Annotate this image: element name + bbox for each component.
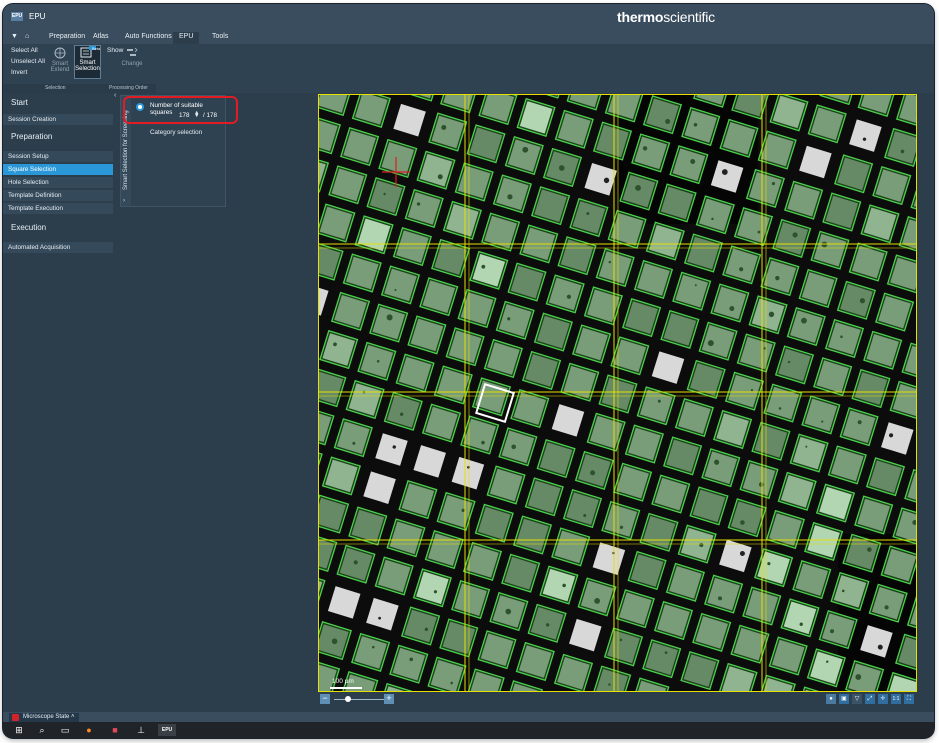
- microscope-state-label: Microscope State: [23, 714, 70, 720]
- one-to-one-button[interactable]: 1:1: [891, 694, 901, 704]
- chevron-left-icon[interactable]: ‹: [114, 92, 116, 99]
- brand-logo: thermoscientific: [617, 9, 715, 25]
- user-app-icon[interactable]: ⊥: [135, 724, 147, 736]
- smart-extend-button[interactable]: Smart Extend: [49, 46, 71, 73]
- highlight-annotation: [123, 96, 238, 124]
- sidebar-section-execution: Execution: [3, 218, 113, 238]
- menu-epu[interactable]: EPU: [173, 32, 200, 44]
- start-menu-icon[interactable]: ⊞: [13, 724, 25, 736]
- menu-atlas[interactable]: Atlas: [87, 32, 115, 44]
- menu-tools[interactable]: Tools: [206, 32, 234, 44]
- change-button[interactable]: Change: [121, 46, 143, 67]
- epu-logo-icon: EPU: [11, 12, 23, 21]
- sidebar-item-template-execution[interactable]: Template Execution: [3, 202, 113, 214]
- microscope-state-button[interactable]: Microscope State ˄: [9, 713, 79, 722]
- home-icon[interactable]: ⌂: [19, 32, 35, 44]
- menu-preparation[interactable]: Preparation: [43, 32, 91, 44]
- zoom-toolbar: − + ● ▣ ▽ ⤢ ✛ 1:1 ⛶: [318, 692, 917, 706]
- status-bar: Microscope State ˄: [3, 712, 934, 722]
- crop-icon[interactable]: ▣: [839, 694, 849, 704]
- firefox-icon[interactable]: ●: [83, 724, 95, 736]
- ribbon-group-labels: Selection Processing Order: [3, 84, 156, 93]
- invert-button[interactable]: Invert: [11, 69, 27, 76]
- order-change-icon: [127, 47, 138, 56]
- unselect-all-button[interactable]: Unselect All: [11, 58, 45, 65]
- sidebar-item-template-definition[interactable]: Template Definition: [3, 189, 113, 201]
- fit-screen-icon[interactable]: ⤢: [865, 694, 875, 704]
- search-icon[interactable]: ⌕: [36, 724, 48, 736]
- sidebar-section-start: Start: [3, 93, 113, 113]
- menu-auto-functions[interactable]: Auto Functions: [119, 32, 178, 44]
- app-title: EPU: [29, 12, 46, 21]
- marker-icon[interactable]: ●: [826, 694, 836, 704]
- scale-bar-label: 100 µm: [332, 678, 354, 685]
- option-category-selection[interactable]: Category selection: [150, 129, 202, 136]
- smart-selection-label: Smart Selection: [75, 60, 100, 72]
- sidebar-item-square-selection[interactable]: Square Selection: [3, 163, 113, 175]
- menu-bar: ▼ ⌂ Preparation Atlas Auto Functions EPU…: [3, 30, 934, 44]
- chevron-right-icon: ›: [123, 198, 125, 204]
- scale-bar: [330, 687, 362, 689]
- epu-window: EPU EPU thermoscientific ▼ ⌂ Preparation…: [3, 4, 934, 738]
- error-status-icon: [12, 714, 19, 721]
- center-icon[interactable]: ✛: [878, 694, 888, 704]
- sidebar-item-hole-selection[interactable]: Hole Selection: [3, 176, 113, 188]
- brand-bold: thermo: [617, 9, 664, 25]
- zoom-out-button[interactable]: −: [320, 694, 330, 704]
- sidebar-item-session-setup[interactable]: Session Setup: [3, 150, 113, 162]
- brand-light: scientific: [663, 9, 715, 25]
- zoom-slider-handle[interactable]: [345, 696, 351, 702]
- filter-icon[interactable]: ▽: [852, 694, 862, 704]
- sidebar-item-automated-acquisition[interactable]: Automated Acquisition: [3, 241, 113, 253]
- app-folder-icon[interactable]: ■: [109, 724, 121, 736]
- group-selection-label: Selection: [45, 85, 66, 91]
- group-processing-order-label: Processing Order: [109, 85, 148, 91]
- beta-badge: Beta: [92, 46, 101, 51]
- globe-plus-icon: [54, 47, 66, 59]
- select-all-button[interactable]: Select All: [11, 47, 38, 54]
- workflow-sidebar: Start Session Creation Preparation Sessi…: [3, 93, 113, 693]
- change-label: Change: [121, 61, 143, 67]
- task-view-icon[interactable]: ▭: [59, 724, 71, 736]
- sidebar-item-session-creation[interactable]: Session Creation: [3, 113, 113, 125]
- smart-extend-label: Smart Extend: [50, 61, 70, 73]
- sidebar-section-preparation: Preparation: [3, 127, 113, 147]
- chevron-up-icon: ˄: [71, 714, 75, 720]
- fullscreen-icon[interactable]: ⛶: [904, 694, 914, 704]
- epu-taskbar-icon[interactable]: EPU: [158, 724, 176, 736]
- os-taskbar: ⊞ ⌕ ▭ ● ■ ⊥ EPU: [3, 722, 934, 738]
- zoom-in-button[interactable]: +: [384, 694, 394, 704]
- atlas-grid-image[interactable]: [318, 94, 917, 692]
- atlas-grid-view[interactable]: 100 µm: [318, 94, 917, 692]
- title-bar: EPU EPU thermoscientific: [3, 4, 934, 30]
